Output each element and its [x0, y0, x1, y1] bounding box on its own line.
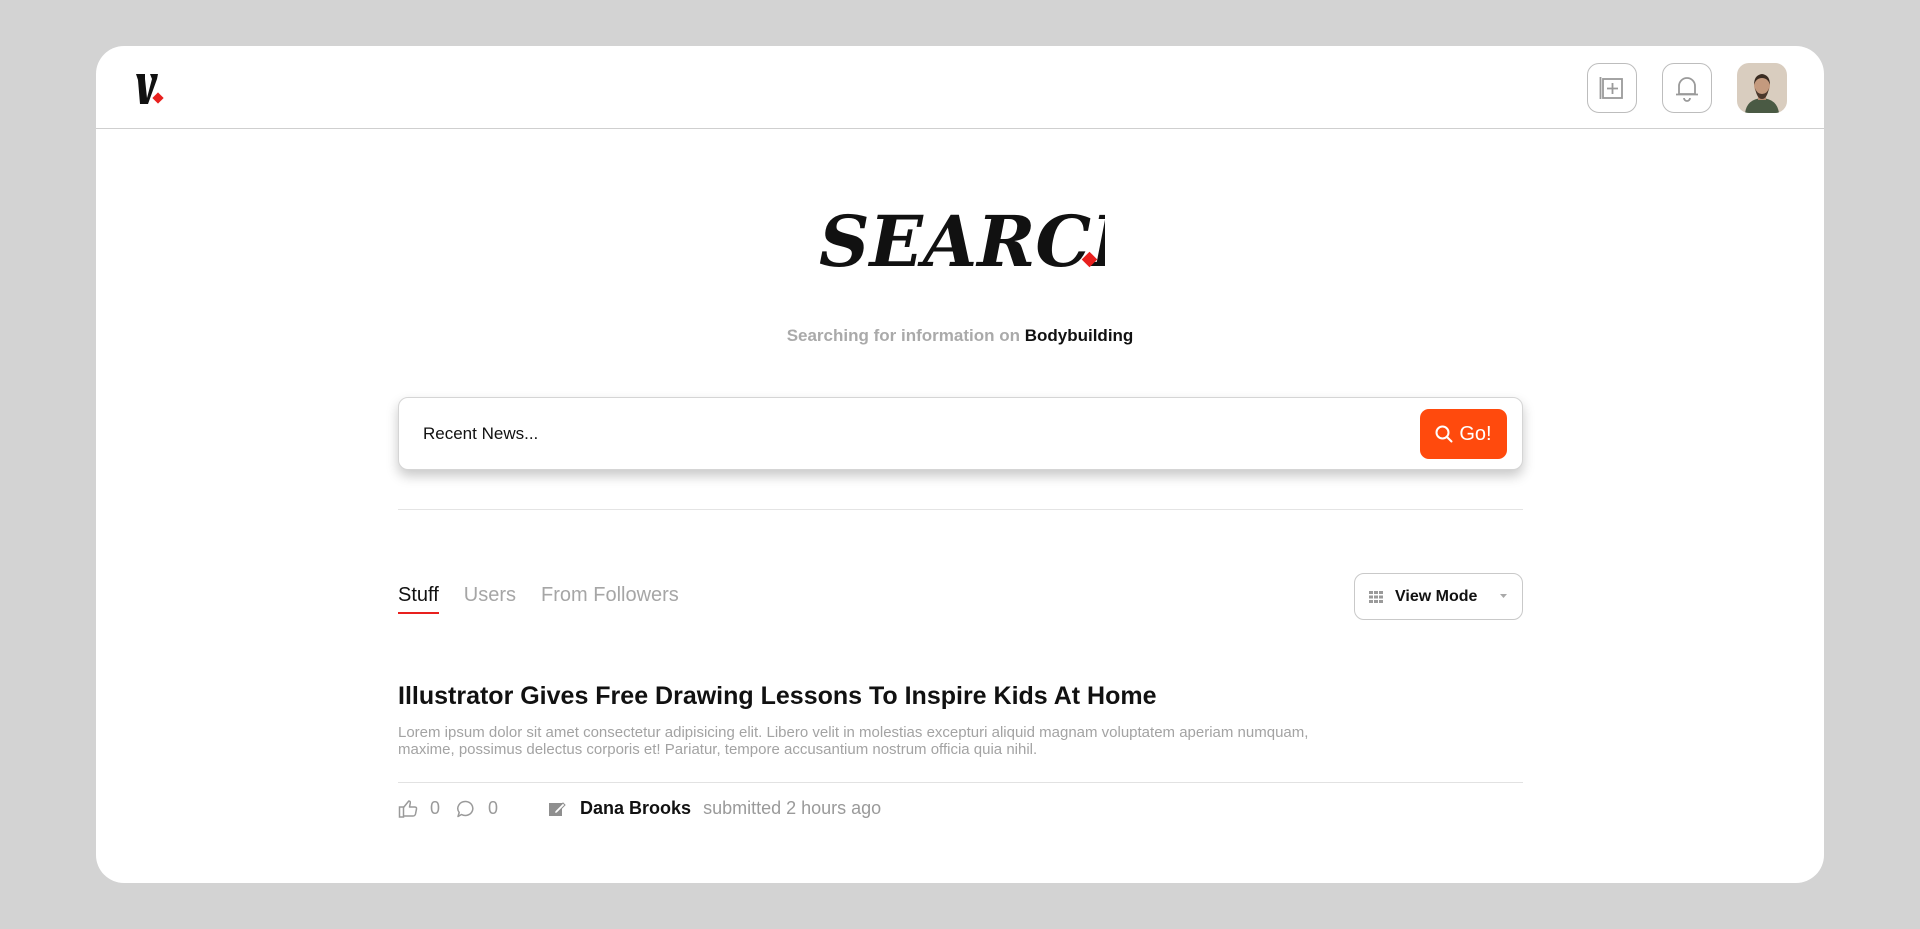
logo[interactable]	[134, 68, 168, 110]
view-mode-dropdown[interactable]: View Mode	[1354, 573, 1523, 620]
view-mode-label: View Mode	[1395, 587, 1478, 605]
notifications-button[interactable]	[1662, 63, 1712, 113]
user-avatar[interactable]	[1737, 63, 1787, 113]
search-input[interactable]	[423, 418, 1403, 450]
article-title[interactable]: Illustrator Gives Free Drawing Lessons T…	[398, 682, 1157, 711]
page-title: SEARCH.	[96, 196, 1824, 291]
tab-stuff[interactable]: Stuff	[398, 584, 439, 614]
bell-icon	[1676, 77, 1698, 102]
app-card: SEARCH. Searching for information on Bod…	[96, 46, 1824, 883]
search-heading-graphic: SEARCH.	[819, 200, 1182, 283]
article-meta: 0 0 Dana Brooks submitted 2 hours ago	[398, 798, 881, 819]
add-post-icon	[1599, 77, 1623, 99]
edit-note-icon	[548, 800, 566, 818]
tab-from-followers[interactable]: From Followers	[541, 584, 679, 614]
top-bar	[96, 46, 1824, 129]
tab-users[interactable]: Users	[464, 584, 516, 614]
logo-mark-icon	[136, 74, 164, 104]
subtitle-topic: Bodybuilding	[1024, 326, 1134, 345]
go-button[interactable]: Go!	[1420, 409, 1507, 459]
section-divider	[398, 509, 1523, 510]
chevron-down-icon	[1499, 593, 1508, 599]
author-name[interactable]: Dana Brooks	[580, 798, 691, 819]
search-subtitle: Searching for information on Bodybuildin…	[96, 326, 1824, 346]
grid-icon	[1369, 590, 1383, 603]
page-title-text: SEARCH.	[819, 200, 1105, 283]
submitted-time: submitted 2 hours ago	[703, 798, 882, 818]
search-icon	[1435, 425, 1453, 443]
like-icon[interactable]	[398, 799, 418, 819]
go-button-label: Go!	[1459, 422, 1492, 445]
search-bar: Go!	[398, 397, 1523, 470]
avatar-image	[1737, 63, 1787, 113]
article-excerpt: Lorem ipsum dolor sit amet consectetur a…	[398, 724, 1309, 758]
article-divider	[398, 782, 1523, 783]
add-post-button[interactable]	[1587, 63, 1637, 113]
result-tabs: Stuff Users From Followers	[398, 584, 679, 614]
comment-count: 0	[488, 798, 499, 818]
comment-icon[interactable]	[456, 799, 476, 819]
subtitle-prefix: Searching for information on	[786, 326, 1020, 345]
like-count: 0	[430, 798, 441, 818]
